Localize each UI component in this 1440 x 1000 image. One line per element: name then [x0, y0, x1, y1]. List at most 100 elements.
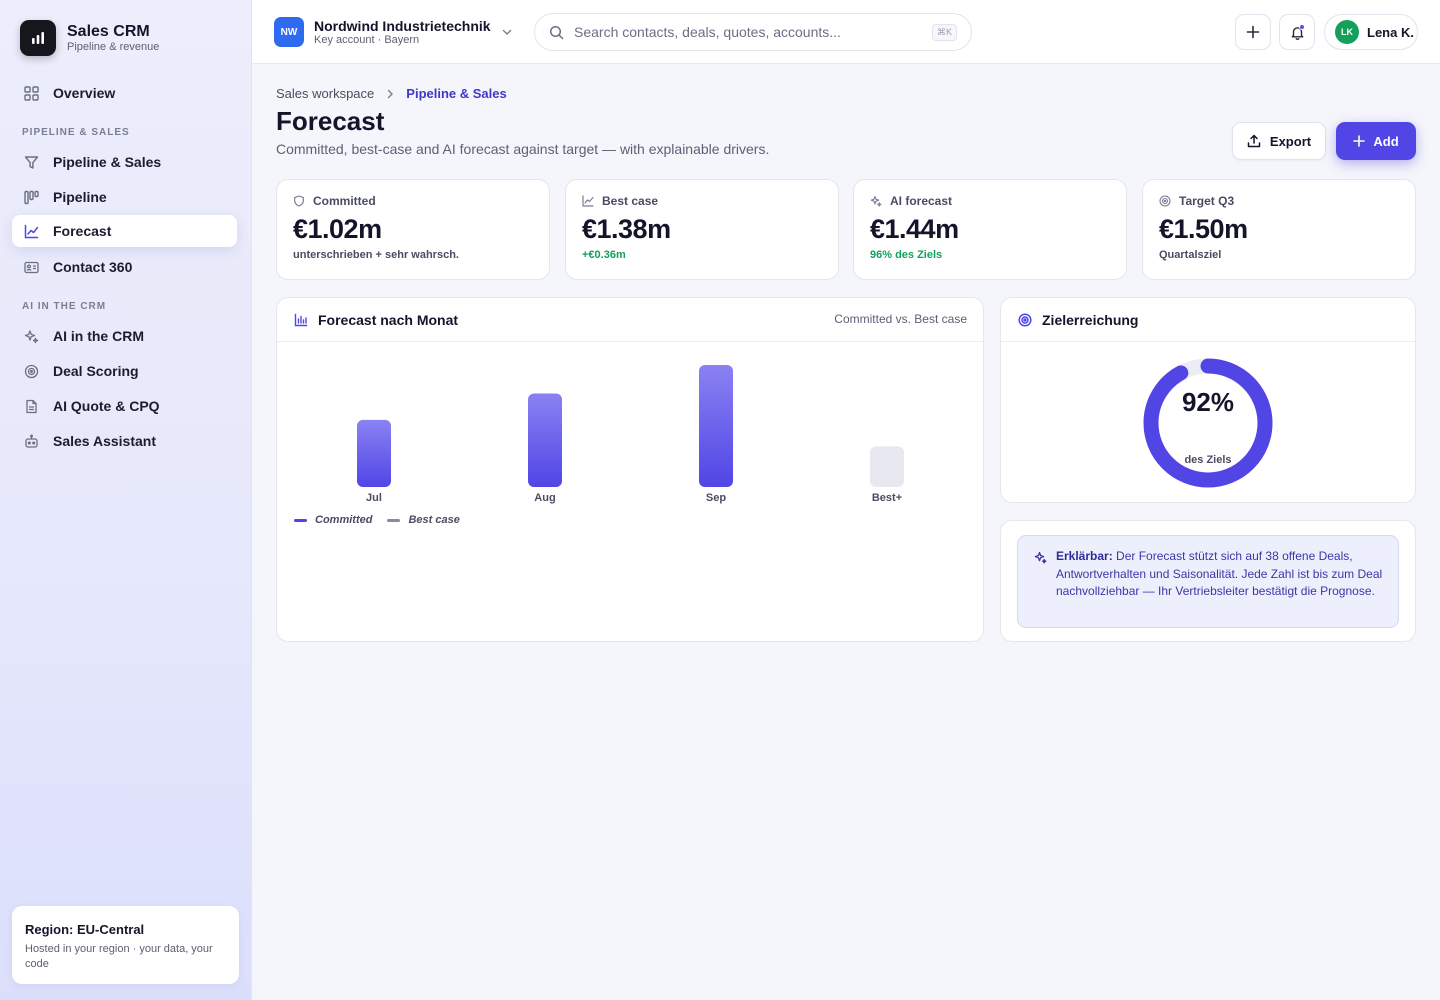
region-card: Region: EU-Central Hosted in your region… [12, 906, 239, 984]
sidebar-item-deal-scoring[interactable]: Deal Scoring [12, 355, 237, 387]
goal-percent: 92% [1182, 387, 1234, 417]
target-icon [1018, 312, 1032, 327]
brand-logo-icon [20, 20, 56, 56]
sidebar-item-label: Contact 360 [53, 259, 133, 275]
page-title: Forecast [276, 106, 385, 136]
region-title: Region: EU-Central [25, 922, 145, 937]
account-subtitle: Key account · Bayern [314, 33, 420, 46]
goal-card: Zielerreichung 92% des Ziels [1000, 297, 1416, 503]
sidebar-item-label: Forecast [53, 223, 112, 239]
x-tick-label: Best+ [872, 492, 902, 504]
search-shortcut: ⌘K [931, 24, 957, 41]
notifications-button[interactable] [1279, 14, 1315, 50]
sidebar-section-ai: AI IN THE CRM [22, 301, 107, 312]
upload-icon [1247, 134, 1261, 148]
legend-item-best-case: Best case [387, 514, 460, 526]
kpi-card-best-case: Best case €1.38m +€0.36m [565, 179, 839, 280]
sidebar-item-forecast[interactable]: Forecast [12, 215, 237, 247]
kpi-value: €1.38m [582, 214, 671, 244]
kpi-card-committed: Committed €1.02m unterschrieben + sehr w… [276, 179, 550, 280]
legend-label: Best case [408, 514, 460, 526]
kpi-value: €1.44m [870, 214, 959, 244]
add-label: Add [1373, 133, 1399, 149]
sidebar: Sales CRM Pipeline & revenue Overview PI… [0, 0, 252, 1000]
search-icon [549, 25, 564, 40]
kpi-value: €1.02m [293, 214, 382, 244]
kpi-value: €1.50m [1159, 214, 1248, 244]
x-tick-label: Jul [366, 492, 382, 504]
sidebar-item-label: AI in the CRM [53, 328, 144, 344]
kpi-note: 96% des Ziels [870, 249, 943, 261]
bar-best-case-best [870, 446, 904, 487]
notification-dot [1299, 24, 1305, 30]
topbar: NW Nordwind Industrietechnik Key account… [252, 0, 1440, 64]
search-input[interactable] [574, 24, 914, 40]
x-tick-label: Sep [706, 492, 726, 504]
sidebar-item-label: Overview [53, 85, 116, 101]
explain-box: Erklärbar: Der Forecast stützt sich auf … [1017, 535, 1399, 628]
explain-lead: Erklärbar: [1056, 549, 1113, 563]
forecast-card: Forecast nach Monat Committed vs. Best c… [276, 297, 984, 642]
goal-donut: 92% des Ziels [1143, 358, 1273, 488]
sidebar-item-pipeline-sales[interactable]: Pipeline & Sales [12, 146, 237, 178]
sidebar-item-ai-in-crm[interactable]: AI in the CRM [12, 320, 237, 352]
document-icon [23, 398, 39, 414]
forecast-card-hint: Committed vs. Best case [834, 312, 967, 326]
sidebar-item-label: Sales Assistant [53, 433, 156, 449]
kpi-card-target: Target Q3 €1.50m Quartalsziel [1142, 179, 1416, 280]
plus-icon [1353, 135, 1366, 147]
bar-chart-icon [294, 313, 308, 327]
sidebar-item-pipeline[interactable]: Pipeline [12, 181, 237, 213]
kpi-note: unterschrieben + sehr wahrsch. [293, 249, 459, 261]
sidebar-item-sales-assistant[interactable]: Sales Assistant [12, 425, 237, 457]
account-switcher[interactable]: NW Nordwind Industrietechnik Key account… [274, 17, 513, 47]
account-badge: NW [274, 17, 304, 47]
legend-swatch [387, 518, 401, 522]
bar-committed-jul [357, 419, 391, 487]
legend-item-committed: Committed [294, 514, 372, 526]
add-button[interactable]: Add [1336, 122, 1416, 160]
breadcrumb-current[interactable]: Pipeline & Sales [406, 86, 506, 101]
account-name: Nordwind Industrietechnik [314, 17, 491, 34]
shield-icon [293, 195, 305, 207]
export-button[interactable]: Export [1232, 122, 1326, 160]
bar-committed-aug [528, 393, 562, 487]
legend-label: Committed [315, 514, 373, 526]
x-tick-label: Aug [534, 492, 555, 504]
breadcrumb-root[interactable]: Sales workspace [276, 86, 374, 101]
kpi-label: Committed [313, 194, 376, 208]
kpi-label: AI forecast [890, 194, 953, 208]
sidebar-item-label: AI Quote & CPQ [53, 398, 160, 414]
search-bar: ⌘K [534, 13, 972, 51]
sidebar-section-pipeline: PIPELINE & SALES [22, 127, 130, 138]
sidebar-item-ai-quote[interactable]: AI Quote & CPQ [12, 390, 237, 422]
contact-card-icon [23, 259, 39, 275]
breadcrumb: Sales workspace Pipeline & Sales [276, 86, 507, 101]
brand-subtitle: Pipeline & revenue [67, 41, 160, 53]
brand-title: Sales CRM [67, 23, 150, 40]
trend-up-icon [582, 195, 594, 207]
grid-icon [23, 85, 39, 101]
sidebar-item-label: Pipeline & Sales [53, 154, 162, 170]
sidebar-item-label: Pipeline [53, 189, 107, 205]
page-subtitle: Committed, best-case and AI forecast aga… [276, 141, 770, 157]
kpi-note: +€0.36m [582, 249, 626, 261]
sparkle-icon [23, 328, 39, 344]
kpi-note: Quartalsziel [1159, 249, 1222, 261]
user-name: Lena K. [1367, 24, 1414, 40]
user-menu[interactable]: LK Lena K. [1324, 14, 1418, 50]
bar-committed-sep [699, 365, 733, 487]
chart-line-icon [23, 223, 39, 239]
brand: Sales CRM Pipeline & revenue [20, 20, 159, 56]
quick-add-button[interactable] [1235, 14, 1271, 50]
target-icon [1159, 195, 1171, 207]
sparkle-icon [870, 195, 882, 207]
forecast-bar-chart: Jul Aug Sep Best+ [357, 365, 904, 504]
sidebar-item-overview[interactable]: Overview [12, 77, 237, 109]
sidebar-item-label: Deal Scoring [53, 363, 139, 379]
chevron-right-icon [385, 89, 395, 99]
legend-swatch [294, 518, 307, 522]
forecast-card-title: Forecast nach Monat [318, 311, 459, 328]
sidebar-item-contact-360[interactable]: Contact 360 [12, 251, 237, 283]
kpi-label: Target Q3 [1179, 194, 1235, 208]
